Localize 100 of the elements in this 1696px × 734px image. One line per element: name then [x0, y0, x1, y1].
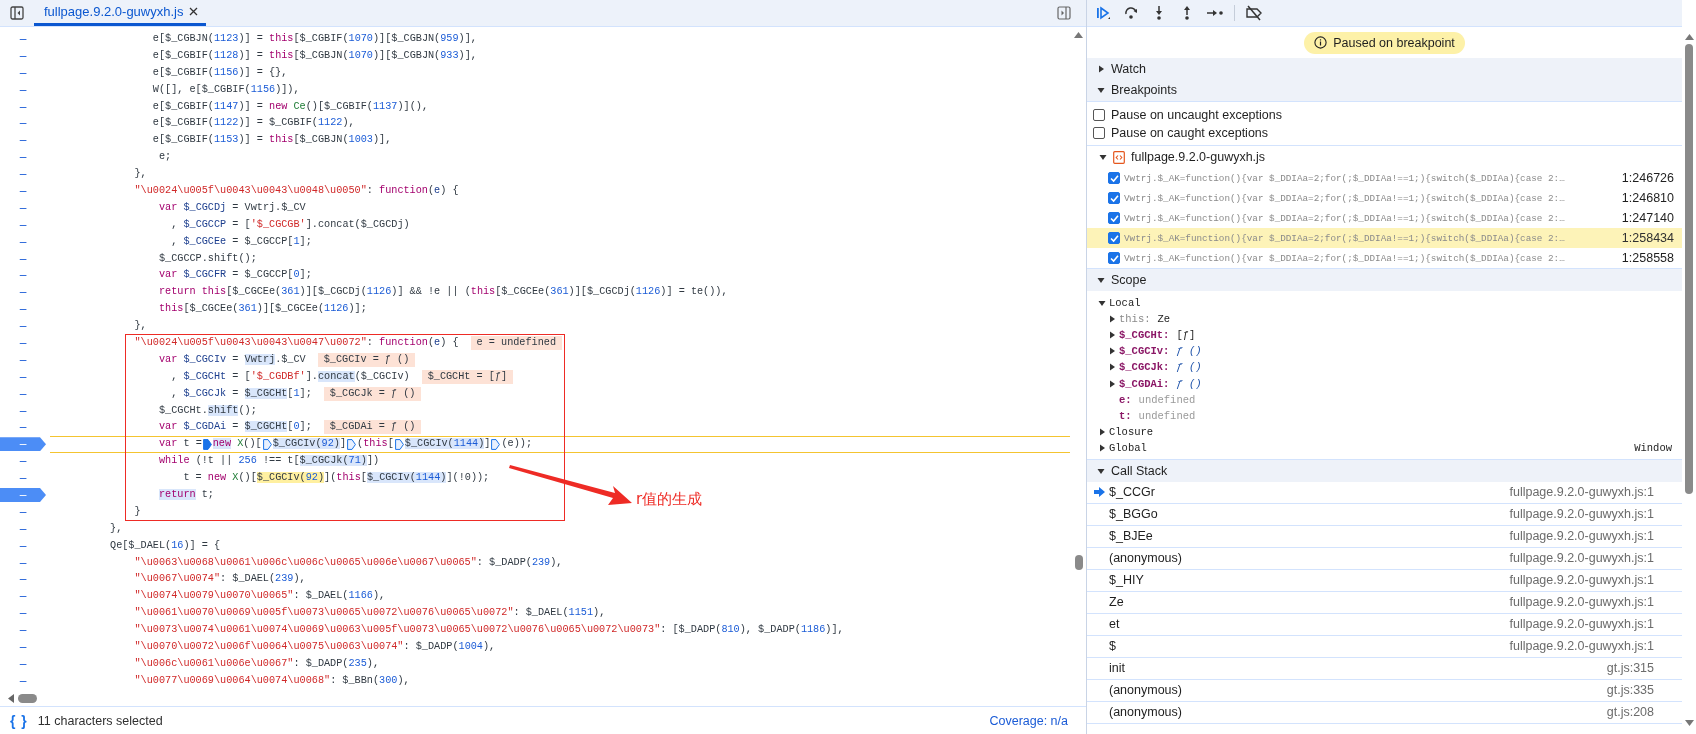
- line-number[interactable]: –: [0, 504, 46, 519]
- line-number[interactable]: –: [0, 65, 46, 80]
- scroll-up-icon[interactable]: [1684, 34, 1694, 40]
- expand-triangle-icon[interactable]: [1108, 347, 1116, 356]
- line-number[interactable]: –: [0, 99, 46, 114]
- expand-triangle-icon[interactable]: [1108, 379, 1116, 388]
- line-number[interactable]: –: [0, 234, 46, 249]
- line-number[interactable]: –: [0, 640, 46, 654]
- section-header[interactable]: Scope: [1087, 268, 1682, 291]
- call-frame[interactable]: $_HIY fullpage.9.2.0-guwyxh.js:1: [1087, 569, 1682, 592]
- scroll-up-icon[interactable]: [1074, 32, 1083, 38]
- line-number[interactable]: –: [0, 251, 46, 266]
- line-number[interactable]: –: [0, 217, 46, 232]
- breakpoint-item[interactable]: Vwtrj.$_AK=function(){var $_DDIAa=2;for(;$_DDIAa!==1;){switch($_DDIAa){case 2:… 1:247140: [1087, 208, 1682, 228]
- file-name[interactable]: fullpage.9.2.0-guwyxh.js: [1131, 150, 1266, 164]
- expand-triangle-icon[interactable]: [1099, 153, 1107, 161]
- scrollbar-thumb[interactable]: [1075, 555, 1083, 570]
- line-number[interactable]: –: [0, 538, 46, 553]
- pretty-print-button[interactable]: { }: [10, 712, 28, 729]
- line-number[interactable]: –: [0, 673, 46, 688]
- breakpoint-item[interactable]: Vwtrj.$_AK=function(){var $_DDIAa=2;for(;$_DDIAa!==1;){switch($_DDIAa){case 2:… 1:246726: [1087, 168, 1682, 188]
- call-frame[interactable]: init gt.js:315: [1087, 657, 1682, 680]
- line-number[interactable]: –: [0, 335, 46, 350]
- step-over-icon[interactable]: [1122, 4, 1140, 22]
- checkbox-label: Pause on uncaught exceptions: [1111, 108, 1282, 122]
- code-text: "\u0070\u0072\u006f\u0064\u0075\u0063\u0074": $_DADP(1004),: [133, 640, 496, 654]
- scope-group[interactable]: Local: [1109, 296, 1141, 309]
- expand-triangle-icon[interactable]: [1098, 428, 1106, 437]
- checkbox[interactable]: [1108, 192, 1120, 204]
- line-number[interactable]: –: [0, 572, 46, 587]
- call-frame[interactable]: Ze fullpage.9.2.0-guwyxh.js:1: [1087, 591, 1682, 614]
- close-icon[interactable]: [189, 7, 199, 16]
- scroll-down-icon[interactable]: [1684, 720, 1694, 726]
- line-number[interactable]: –: [0, 183, 46, 198]
- line-number[interactable]: –: [0, 521, 46, 536]
- line-number[interactable]: –: [0, 150, 46, 165]
- checkbox[interactable]: [1108, 212, 1120, 224]
- scrollbar-thumb[interactable]: [1685, 44, 1693, 494]
- call-frame[interactable]: (anonymous) gt.js:335: [1087, 679, 1682, 702]
- breakpoint-item[interactable]: Vwtrj.$_AK=function(){var $_DDIAa=2;for(;$_DDIAa!==1;){switch($_DDIAa){case 2:… 1:258558: [1087, 248, 1682, 268]
- call-frame[interactable]: $ fullpage.9.2.0-guwyxh.js:1: [1087, 635, 1682, 658]
- section-header[interactable]: Call Stack: [1087, 459, 1682, 482]
- scope-group[interactable]: Global: [1109, 442, 1147, 455]
- line-number[interactable]: –: [0, 471, 46, 486]
- breakpoint-location: 1:246810: [1621, 191, 1674, 205]
- checkbox[interactable]: [1093, 127, 1105, 139]
- line-number[interactable]: –: [0, 285, 46, 300]
- line-number[interactable]: –: [0, 268, 46, 283]
- line-number[interactable]: –: [0, 133, 46, 148]
- line-number[interactable]: –: [0, 167, 46, 182]
- line-number[interactable]: –: [0, 116, 46, 131]
- resume-icon[interactable]: [1094, 4, 1112, 22]
- line-number[interactable]: –: [0, 656, 46, 671]
- breakpoint-item[interactable]: Vwtrj.$_AK=function(){var $_DDIAa=2;for(;$_DDIAa!==1;){switch($_DDIAa){case 2:… 1:258434: [1087, 228, 1682, 248]
- deactivate-breakpoints-icon[interactable]: [1245, 4, 1263, 22]
- checkbox[interactable]: [1108, 172, 1120, 184]
- scope-group[interactable]: Closure: [1109, 426, 1154, 439]
- section-header[interactable]: Breakpoints: [1087, 79, 1682, 102]
- scrollbar-thumb[interactable]: [18, 693, 37, 703]
- line-number[interactable]: –: [0, 302, 46, 317]
- call-frame[interactable]: (anonymous) fullpage.9.2.0-guwyxh.js:1: [1087, 547, 1682, 570]
- call-frame[interactable]: $_BGGo fullpage.9.2.0-guwyxh.js:1: [1087, 503, 1682, 526]
- line-number[interactable]: –: [0, 82, 46, 97]
- inline-breakpoint-icon[interactable]: [347, 438, 357, 450]
- checkbox[interactable]: [1093, 109, 1105, 121]
- section-header[interactable]: Watch: [1087, 58, 1682, 80]
- call-frame[interactable]: et fullpage.9.2.0-guwyxh.js:1: [1087, 613, 1682, 636]
- line-number[interactable]: –: [0, 403, 46, 418]
- breakpoint-marker[interactable]: –: [0, 437, 46, 452]
- line-number[interactable]: –: [0, 48, 46, 63]
- call-frame[interactable]: (anonymous) gt.js:208: [1087, 701, 1682, 724]
- expand-triangle-icon[interactable]: [1098, 444, 1106, 453]
- expand-triangle-icon[interactable]: [1108, 363, 1116, 372]
- breakpoint-location: 1:258434: [1621, 231, 1674, 245]
- line-number[interactable]: –: [0, 319, 46, 334]
- breakpoint-marker[interactable]: –: [0, 488, 46, 502]
- call-frame[interactable]: $_CCGr fullpage.9.2.0-guwyxh.js:1: [1087, 481, 1682, 504]
- line-number[interactable]: –: [0, 555, 46, 570]
- expand-triangle-icon[interactable]: [1108, 330, 1116, 339]
- line-number[interactable]: –: [0, 369, 46, 384]
- checkbox[interactable]: [1108, 232, 1120, 244]
- line-number[interactable]: –: [0, 606, 46, 621]
- line-number[interactable]: –: [0, 420, 46, 435]
- line-number[interactable]: –: [0, 589, 46, 604]
- breakpoint-item[interactable]: Vwtrj.$_AK=function(){var $_DDIAa=2;for(;$_DDIAa!==1;){switch($_DDIAa){case 2:… 1:246810: [1087, 188, 1682, 208]
- line-number[interactable]: –: [0, 454, 46, 469]
- call-frame[interactable]: $_BJEe fullpage.9.2.0-guwyxh.js:1: [1087, 525, 1682, 548]
- checkbox[interactable]: [1108, 252, 1120, 264]
- code-text: },: [133, 319, 147, 334]
- line-number[interactable]: –: [0, 31, 46, 46]
- scroll-left-icon[interactable]: [8, 693, 14, 703]
- coverage-link[interactable]: Coverage: n/a: [989, 713, 1068, 728]
- expand-triangle-icon[interactable]: [1098, 298, 1106, 307]
- expand-triangle-icon[interactable]: [1108, 314, 1116, 323]
- line-number[interactable]: –: [0, 352, 46, 367]
- line-number[interactable]: –: [0, 386, 46, 401]
- line-number[interactable]: –: [0, 623, 46, 638]
- inline-breakpoint-icon[interactable]: [491, 438, 501, 450]
- file-tab[interactable]: fullpage.9.2.0-guwyxh.js: [34, 0, 207, 26]
- line-number[interactable]: –: [0, 200, 46, 215]
